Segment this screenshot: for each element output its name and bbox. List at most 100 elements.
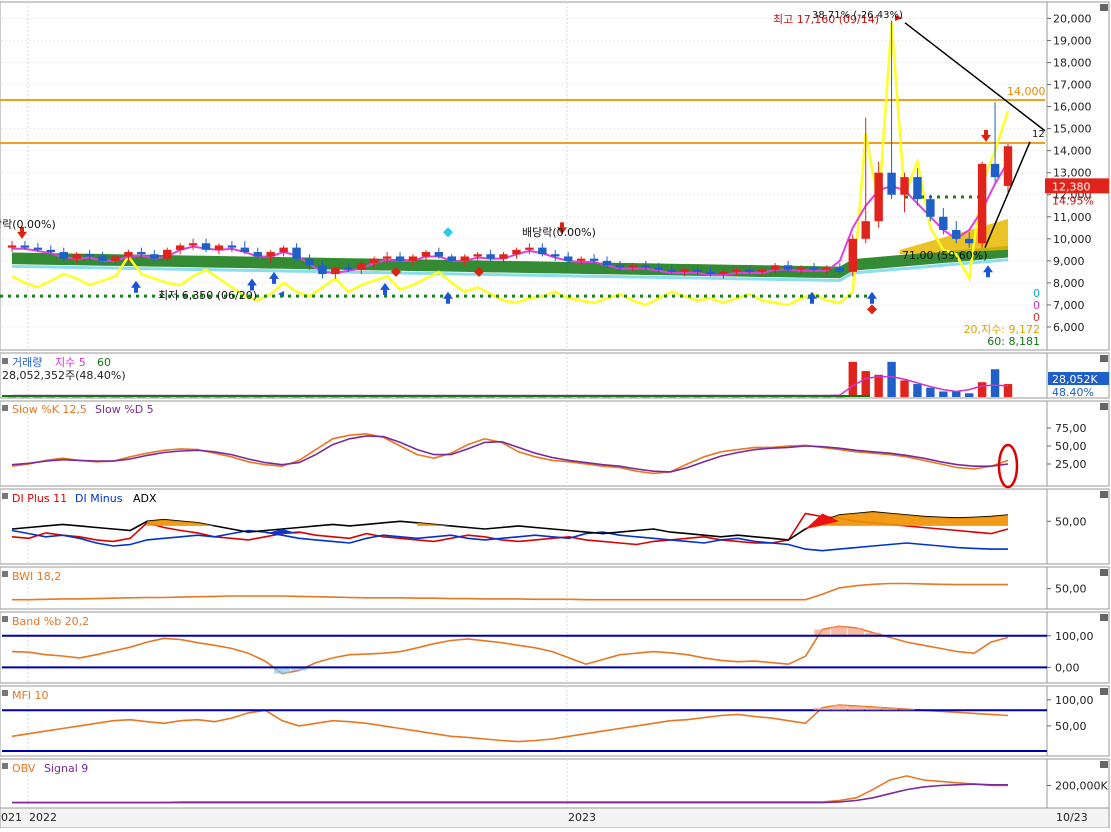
price-tick-label: 7,000 <box>1053 299 1085 312</box>
candle-body <box>525 247 534 250</box>
pane-close-icon <box>1100 403 1108 410</box>
x-axis-label: 2023 <box>568 811 596 824</box>
candle-body <box>667 269 676 272</box>
price-tick-label: 6,000 <box>1053 321 1085 334</box>
candle-body <box>615 265 625 268</box>
pane-close-icon <box>1100 614 1108 621</box>
candle-body <box>887 172 896 195</box>
pane-settings-icon <box>2 763 8 769</box>
stock-chart-svg[interactable]: 20,000 19,000 18,000 17,000 16,000 15,000 14,0… <box>0 0 1111 829</box>
stoch-title: Slow %K 12,5 <box>12 403 87 416</box>
volume-bar <box>926 387 935 397</box>
mfi-over-fill <box>898 709 915 711</box>
pane-settings-icon <box>2 690 8 696</box>
bandb-over-fill <box>848 627 865 636</box>
pane-close-icon <box>1100 355 1108 362</box>
mfi-over-fill <box>831 705 848 711</box>
volume-last-value: 28,052K <box>1052 373 1098 386</box>
price-tick-label: 19,000 <box>1053 34 1092 47</box>
candle-body <box>59 252 68 259</box>
indicator-tick-label: 0,00 <box>1055 661 1080 674</box>
pane-settings-icon <box>2 493 8 499</box>
price-tick-label: 13,000 <box>1053 167 1092 180</box>
last-price-badge-tail <box>1045 178 1053 194</box>
price-tick-label: 17,000 <box>1053 79 1092 92</box>
candle-body <box>861 221 870 239</box>
pane-close-icon <box>1100 688 1108 695</box>
obv-pane <box>0 758 1110 809</box>
candle-body <box>395 256 405 261</box>
indicator-tick-label: 100,00 <box>1055 694 1094 707</box>
adx-label: ADX <box>133 492 157 505</box>
candle-body <box>318 265 327 275</box>
candle-body <box>874 172 883 222</box>
volume-change-percent: 48.40% <box>1052 386 1094 399</box>
candle-body <box>421 252 431 257</box>
mfi-over-fill <box>848 706 865 711</box>
indicator-tick-label: 75,00 <box>1055 422 1087 435</box>
candle-body <box>201 243 211 250</box>
obv-signal-label: Signal 9 <box>44 762 88 775</box>
candle-body <box>589 258 599 261</box>
pane-close-icon <box>1100 4 1108 11</box>
indicator-tick-label: 50,00 <box>1055 515 1087 528</box>
candle-body <box>240 247 250 253</box>
candle-body <box>292 247 301 259</box>
indicator-tick-label: 200,000K <box>1055 780 1108 793</box>
candle-body <box>977 163 987 244</box>
candle-body <box>641 265 651 268</box>
mfi-over-fill <box>814 707 831 711</box>
stoch-d-label: Slow %D 5 <box>95 403 154 416</box>
pane-settings-icon <box>2 358 8 364</box>
indicator-tick-label: 50,00 <box>1055 583 1087 596</box>
pane-settings-icon <box>2 405 8 411</box>
stock-chart[interactable]: 20,000 19,000 18,000 17,000 16,000 15,000 14,0… <box>0 0 1111 829</box>
volume-info: 28,052,352주(48.40%) <box>2 369 126 382</box>
candle-body <box>20 245 30 248</box>
candle-body <box>124 252 133 257</box>
candle-body <box>175 245 185 250</box>
candle-body <box>253 252 262 257</box>
price-tick-label: 18,000 <box>1053 56 1092 69</box>
pane-close-icon <box>1100 491 1108 498</box>
volume-bar <box>887 361 896 397</box>
candle-body <box>46 249 56 253</box>
low-price-annotation: 최저 6,350 (06/20) <box>158 289 257 302</box>
price-tick-label: 14,000 <box>1053 145 1092 158</box>
indicator-tick-label: 50,00 <box>1055 720 1087 733</box>
price-tick-label: 10,000 <box>1053 233 1092 246</box>
candle-body <box>822 267 832 270</box>
volume-ma5-label: 지수 5 <box>55 356 86 369</box>
price-tick-label: 16,000 <box>1053 101 1092 114</box>
volume-bar <box>874 374 883 397</box>
candle-body <box>770 265 780 270</box>
bwi-pane <box>0 566 1110 610</box>
volume-bar <box>964 393 974 397</box>
mfi-over-fill <box>881 708 898 711</box>
pane-settings-icon <box>2 571 8 577</box>
candle-body <box>809 267 819 270</box>
price-tick-label: 20,000 <box>1053 12 1092 25</box>
candle-body <box>369 258 379 264</box>
candle-body <box>693 269 702 272</box>
dividend-annotation-left: 당락(0.00%) <box>0 218 56 231</box>
candle-body <box>434 252 444 257</box>
candle-body <box>680 269 689 272</box>
volume-bar <box>848 361 857 397</box>
stoch-pane <box>0 400 1110 487</box>
candle-body <box>706 271 715 275</box>
candle-body <box>7 245 17 248</box>
candle-body <box>602 260 612 266</box>
candle-body <box>499 254 508 259</box>
price-tick-label: 11,000 <box>1053 211 1092 224</box>
pane-settings-icon <box>2 616 8 622</box>
pane-close-icon <box>1100 761 1108 768</box>
volume-bar <box>977 382 987 397</box>
price-tick-label: 8,000 <box>1053 277 1085 290</box>
obv-title: OBV <box>12 762 36 775</box>
resistance-line-label: 14,000 <box>1007 85 1046 98</box>
candle-body <box>538 247 547 255</box>
price-change-percent: 14.95% <box>1052 194 1094 207</box>
candle-body <box>357 263 366 270</box>
trend-value-annotation: 71.00 (59.60%) <box>902 249 988 262</box>
